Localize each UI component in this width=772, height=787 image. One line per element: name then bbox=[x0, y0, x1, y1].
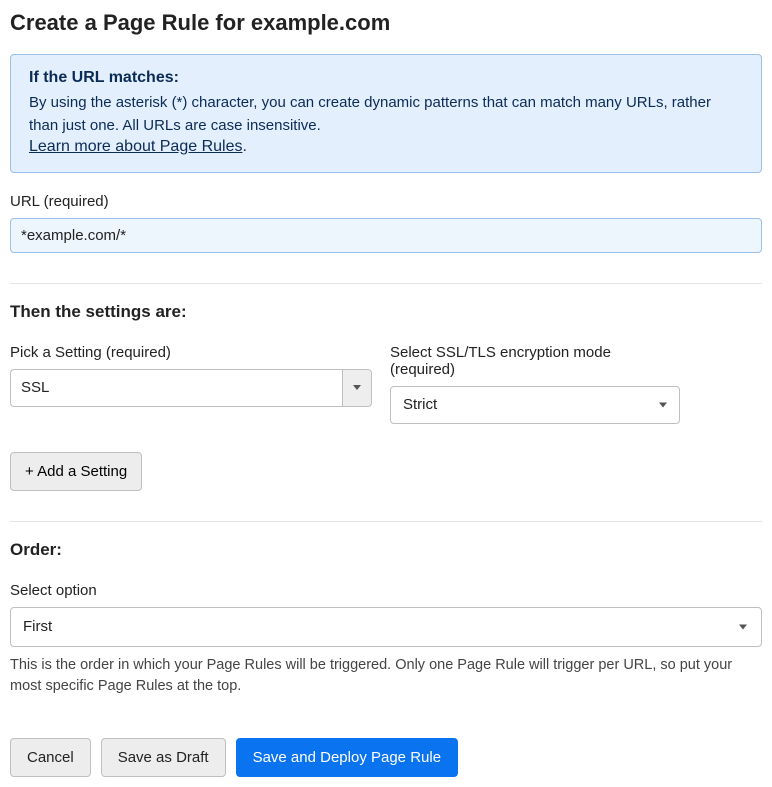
chevron-down-icon bbox=[659, 402, 667, 407]
pick-setting-label: Pick a Setting (required) bbox=[10, 344, 372, 361]
pick-setting-value[interactable]: SSL bbox=[10, 369, 342, 407]
learn-more-link[interactable]: Learn more about Page Rules bbox=[29, 138, 242, 155]
info-body: By using the asterisk (*) character, you… bbox=[29, 91, 743, 138]
order-select-label: Select option bbox=[10, 582, 762, 599]
order-select-value: First bbox=[23, 618, 52, 635]
url-input[interactable] bbox=[10, 218, 762, 253]
add-setting-button[interactable]: + Add a Setting bbox=[10, 452, 142, 491]
divider bbox=[10, 521, 762, 522]
settings-heading: Then the settings are: bbox=[10, 302, 762, 322]
divider bbox=[10, 283, 762, 284]
info-box: If the URL matches: By using the asteris… bbox=[10, 54, 762, 173]
order-select[interactable]: First bbox=[10, 607, 762, 647]
ssl-mode-select[interactable]: Strict bbox=[390, 386, 680, 424]
ssl-mode-label: Select SSL/TLS encryption mode (required… bbox=[390, 344, 680, 378]
info-period: . bbox=[242, 138, 246, 155]
order-help-text: This is the order in which your Page Rul… bbox=[10, 655, 762, 699]
ssl-mode-value: Strict bbox=[403, 396, 437, 413]
chevron-down-icon bbox=[353, 385, 361, 390]
save-deploy-button[interactable]: Save and Deploy Page Rule bbox=[236, 738, 458, 777]
ssl-mode-col: Select SSL/TLS encryption mode (required… bbox=[390, 344, 680, 424]
settings-row: Pick a Setting (required) SSL Select SSL… bbox=[10, 344, 762, 424]
url-label: URL (required) bbox=[10, 193, 762, 210]
pick-setting-select[interactable]: SSL bbox=[10, 369, 372, 407]
page-title: Create a Page Rule for example.com bbox=[10, 10, 762, 36]
cancel-button[interactable]: Cancel bbox=[10, 738, 91, 777]
save-draft-button[interactable]: Save as Draft bbox=[101, 738, 226, 777]
pick-setting-dropdown-button[interactable] bbox=[342, 369, 372, 407]
info-heading: If the URL matches: bbox=[29, 69, 743, 87]
pick-setting-col: Pick a Setting (required) SSL bbox=[10, 344, 372, 424]
order-heading: Order: bbox=[10, 540, 762, 560]
button-row: Cancel Save as Draft Save and Deploy Pag… bbox=[10, 738, 762, 777]
chevron-down-icon bbox=[739, 624, 747, 629]
